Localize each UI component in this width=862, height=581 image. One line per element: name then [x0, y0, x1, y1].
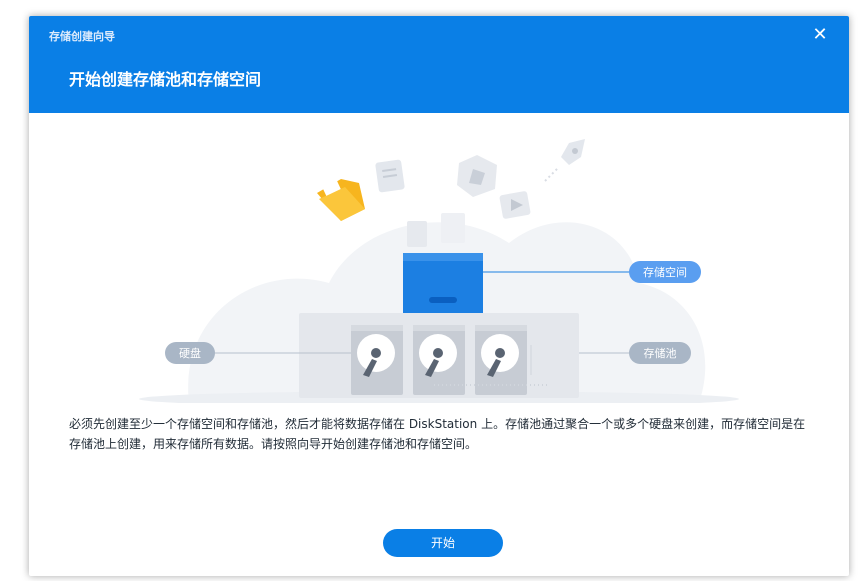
volume-label-pill: 存储空间	[629, 261, 701, 283]
volume-label: 存储空间	[643, 265, 687, 279]
hard-disk-icon	[351, 325, 403, 395]
photo-icon	[457, 155, 497, 197]
description-text: 必须先创建至少一个存储空间和存储池，然后才能将数据存储在 DiskStation…	[69, 417, 806, 451]
pool-label: 存储池	[644, 346, 677, 360]
window-title: 存储创建向导	[49, 30, 115, 43]
disk-label: 硬盘	[179, 346, 201, 360]
pool-label-pill: 存储池	[629, 342, 691, 364]
volume-box-icon	[403, 253, 483, 313]
storage-wizard-dialog: 存储创建向导 ✕ 开始创建存储池和存储空间 存储空间 存储池 硬盘 必须先创建至…	[29, 16, 849, 576]
disk-label-pill: 硬盘	[165, 342, 215, 364]
close-icon[interactable]: ✕	[811, 26, 829, 44]
document-icon	[375, 159, 405, 193]
video-icon	[499, 191, 531, 219]
start-button[interactable]: 开始	[383, 529, 503, 557]
rocket-icon	[544, 139, 585, 182]
dialog-header: 存储创建向导 ✕ 开始创建存储池和存储空间	[29, 16, 849, 113]
page-title: 开始创建存储池和存储空间	[69, 70, 262, 89]
folder-icon	[317, 178, 365, 221]
storage-illustration: 存储空间 存储池 硬盘	[139, 139, 739, 403]
